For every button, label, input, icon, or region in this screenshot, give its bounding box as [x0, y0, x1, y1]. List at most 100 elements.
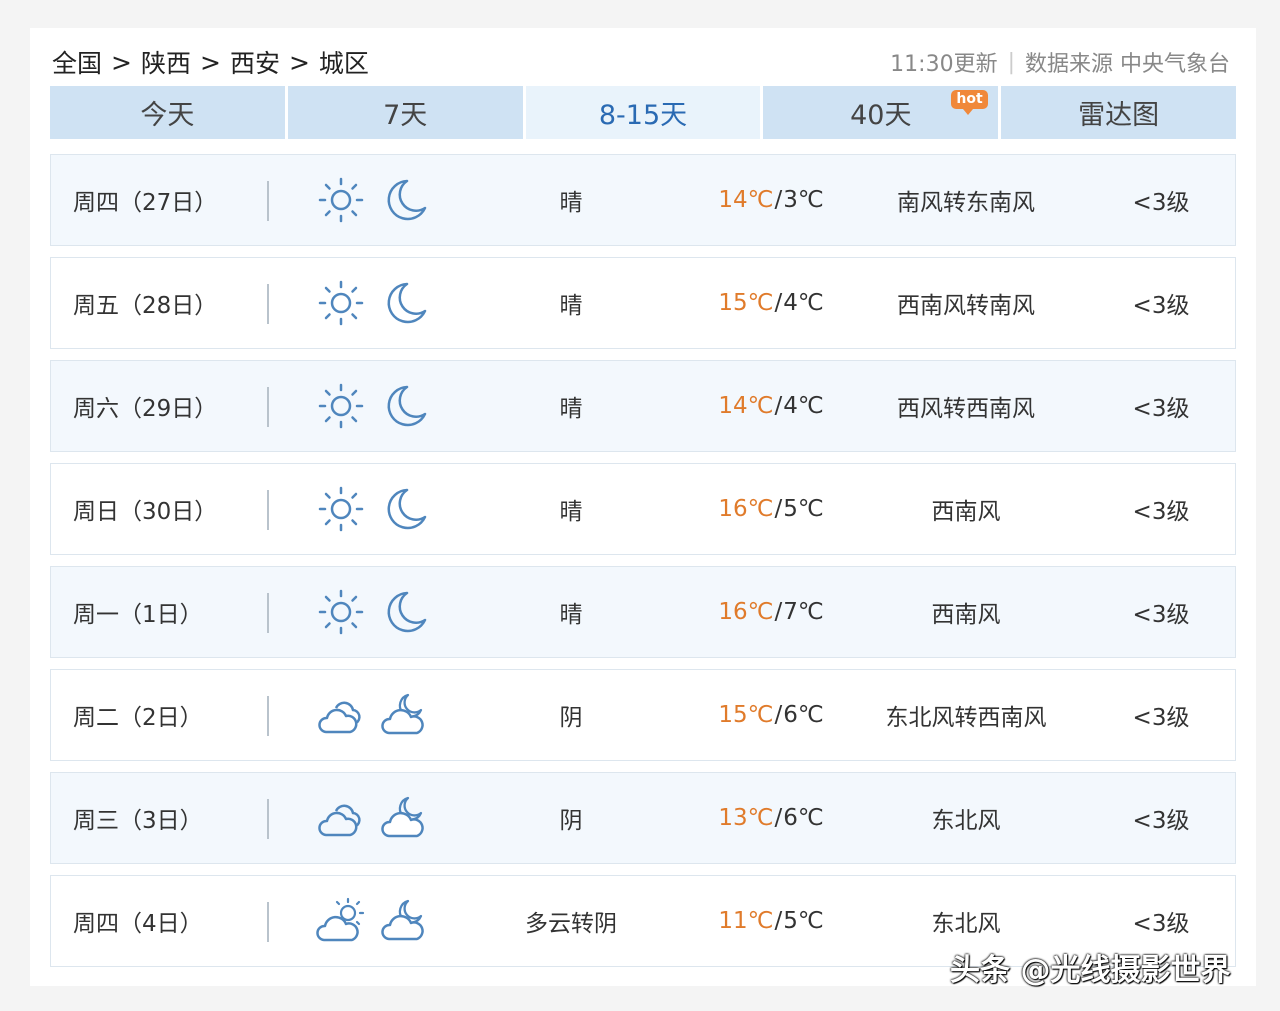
- column-divider: [267, 490, 269, 530]
- wind-direction: 南风转东南风: [897, 190, 1035, 216]
- tab-8-15-days[interactable]: 8-15天: [525, 86, 761, 139]
- weather-icons: [316, 567, 436, 657]
- tab-today[interactable]: 今天: [50, 86, 285, 139]
- moon-icon: [380, 587, 430, 637]
- moon-icon: [380, 278, 430, 328]
- low-temp: 5℃: [783, 908, 824, 934]
- partly-cloudy-icon: [316, 896, 366, 946]
- high-temp: 13℃: [718, 805, 774, 831]
- sunny-icon: [316, 484, 366, 534]
- column-divider: [267, 284, 269, 324]
- weather-desc: 晴: [559, 190, 583, 216]
- column-divider: [267, 387, 269, 427]
- wind-level: <3级: [1132, 499, 1190, 525]
- wind-direction: 西南风转南风: [897, 293, 1035, 319]
- update-time: 11:30更新: [890, 52, 998, 77]
- column-divider: [267, 902, 269, 942]
- sunny-icon: [316, 278, 366, 328]
- temp-slash: /: [774, 702, 783, 728]
- wind-level: <3级: [1132, 602, 1190, 628]
- breadcrumb-province[interactable]: 陕西: [141, 44, 191, 80]
- wind-direction: 东北风转西南风: [885, 705, 1047, 731]
- weather-desc: 晴: [559, 499, 583, 525]
- day-date: 周四（4日）: [73, 911, 203, 937]
- wind-direction: 西南风: [931, 602, 1001, 628]
- high-temp: 16℃: [718, 496, 774, 522]
- forecast-row: 周二（2日） 阴 15℃/6℃ 东北风转西南风 <3级: [50, 669, 1236, 761]
- breadcrumb-city[interactable]: 西安: [230, 44, 280, 80]
- column-divider: [267, 696, 269, 736]
- sunny-icon: [316, 381, 366, 431]
- temperature: 15℃/4℃: [691, 258, 851, 348]
- weather-icons: [316, 670, 436, 760]
- weather-desc: 晴: [559, 396, 583, 422]
- tab-label: 8-15天: [598, 100, 688, 131]
- moon-icon: [380, 175, 430, 225]
- weather-icons: [316, 464, 436, 554]
- watermark: 头条 @光线摄影世界: [950, 953, 1231, 988]
- wind-level: <3级: [1132, 293, 1190, 319]
- day-date: 周六（29日）: [73, 396, 218, 422]
- forecast-row: 周四（27日） 晴 14℃/3℃ 南风转东南风 <3级: [50, 154, 1236, 246]
- forecast-panel: 全国 > 陕西 > 西安 > 城区 11:30更新 | 数据来源 中央气象台 今…: [30, 28, 1256, 986]
- wind-level: <3级: [1132, 190, 1190, 216]
- sunny-icon: [316, 175, 366, 225]
- low-temp: 5℃: [783, 496, 824, 522]
- wind-direction: 西南风: [931, 499, 1001, 525]
- temperature: 16℃/5℃: [691, 464, 851, 554]
- day-date: 周四（27日）: [73, 190, 218, 216]
- tab-radar[interactable]: 雷达图: [1001, 86, 1236, 139]
- temp-slash: /: [774, 187, 783, 213]
- top-bar: 全国 > 陕西 > 西安 > 城区 11:30更新 | 数据来源 中央气象台: [52, 42, 1230, 82]
- breadcrumb-separator: >: [111, 47, 132, 77]
- tab-40-days[interactable]: 40天 hot: [763, 86, 999, 139]
- day-date: 周二（2日）: [73, 705, 203, 731]
- update-meta: 11:30更新 | 数据来源 中央气象台: [890, 46, 1230, 78]
- weather-desc: 晴: [559, 602, 583, 628]
- cloudy-night-icon: [380, 690, 430, 740]
- breadcrumb-district: 城区: [318, 49, 369, 78]
- cloudy-night-icon: [380, 793, 430, 843]
- high-temp: 15℃: [718, 290, 774, 316]
- wind-level: <3级: [1132, 808, 1190, 834]
- breadcrumb-separator: >: [199, 47, 221, 77]
- breadcrumb-country[interactable]: 全国: [52, 44, 102, 80]
- temp-slash: /: [774, 599, 783, 625]
- overcast-icon: [316, 793, 366, 843]
- temperature: 13℃/6℃: [691, 773, 851, 863]
- tab-label: 7天: [383, 100, 428, 131]
- tab-7-days[interactable]: 7天: [287, 86, 523, 139]
- forecast-tabs: 今天 7天 8-15天 40天 hot 雷达图: [50, 86, 1236, 139]
- weather-desc: 阴: [559, 705, 583, 731]
- tab-label: 今天: [140, 100, 195, 131]
- column-divider: [267, 593, 269, 633]
- day-date: 周一（1日）: [73, 602, 203, 628]
- day-date: 周五（28日）: [73, 293, 218, 319]
- temperature: 16℃/7℃: [691, 567, 851, 657]
- weather-icons: [316, 258, 436, 348]
- low-temp: 6℃: [783, 702, 824, 728]
- moon-icon: [380, 381, 430, 431]
- low-temp: 3℃: [783, 187, 824, 213]
- hot-badge: hot: [951, 90, 988, 115]
- temp-slash: /: [774, 908, 783, 934]
- weather-icons: [316, 773, 436, 863]
- data-source: 数据来源 中央气象台: [1025, 52, 1230, 77]
- moon-icon: [380, 484, 430, 534]
- tab-label: 40天: [850, 100, 912, 131]
- high-temp: 16℃: [718, 599, 774, 625]
- high-temp: 14℃: [718, 187, 774, 213]
- sunny-icon: [316, 587, 366, 637]
- tab-label: 雷达图: [1078, 100, 1160, 131]
- breadcrumb: 全国 > 陕西 > 西安 > 城区: [52, 44, 369, 80]
- column-divider: [267, 799, 269, 839]
- forecast-row: 周日（30日） 晴 16℃/5℃ 西南风 <3级: [50, 463, 1236, 555]
- temp-slash: /: [774, 496, 783, 522]
- overcast-icon: [316, 690, 366, 740]
- temp-slash: /: [774, 805, 783, 831]
- cloudy-night-icon: [380, 896, 430, 946]
- temperature: 14℃/3℃: [691, 155, 851, 245]
- temp-slash: /: [774, 290, 783, 316]
- weather-desc: 多云转阴: [525, 911, 617, 937]
- weather-icons: [316, 361, 436, 451]
